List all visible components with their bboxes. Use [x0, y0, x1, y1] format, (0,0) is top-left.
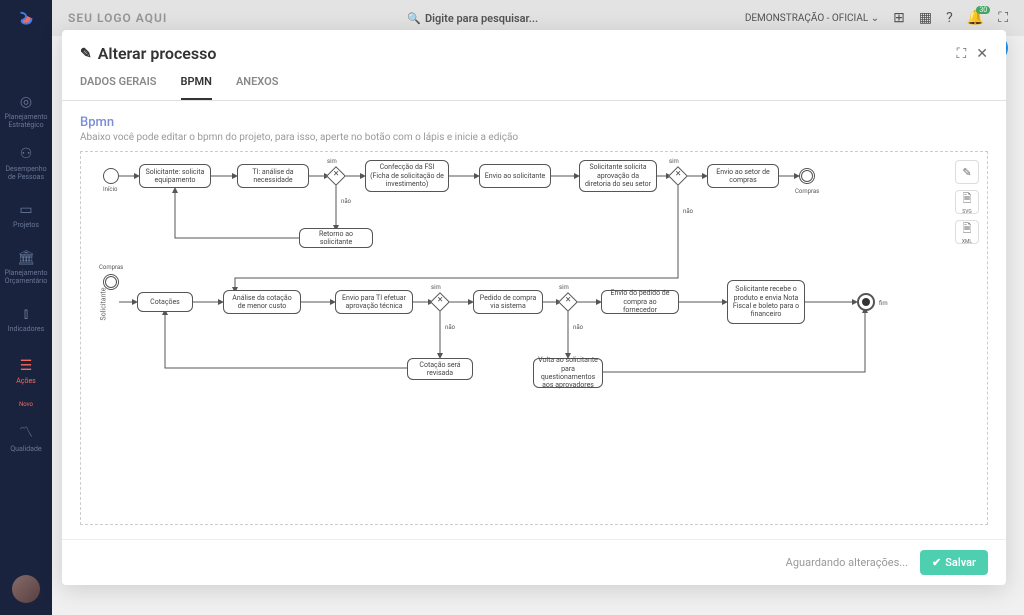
file-icon: 🗎 [963, 190, 972, 209]
edit-bpmn-button[interactable]: ✎ [955, 160, 979, 184]
save-button[interactable]: ✔ Salvar [920, 550, 988, 575]
bpmn-intermediate-compras[interactable] [799, 168, 815, 184]
expand-icon[interactable]: ⛶ [956, 46, 966, 62]
bpmn-task-cotacao-revisada[interactable]: Cotação será revisada [407, 358, 473, 380]
bpmn-task-aprovacao-diretoria[interactable]: Solicitante solicita aprovação da direto… [579, 160, 657, 192]
close-icon[interactable]: ✕ [976, 46, 988, 62]
download-xml-button[interactable]: 🗎XML [955, 220, 979, 244]
section-subtitle: Abaixo você pode editar o bpmn do projet… [80, 132, 988, 143]
modal-title: ✎ Alterar processo [80, 44, 216, 63]
pencil-icon: ✎ [80, 46, 92, 62]
bpmn-canvas[interactable]: Início Solicitante: solicita equipamento… [80, 151, 988, 525]
bpmn-task-envio-pedido-fornecedor[interactable]: Envio do pedido de compra ao fornecedor [601, 290, 679, 314]
tab-bpmn[interactable]: BPMN [181, 75, 212, 100]
bpmn-start-event[interactable] [103, 168, 119, 184]
file-icon: 🗎 [963, 220, 972, 239]
bpmn-task-envio-setor-compras[interactable]: Envio ao setor de compras [707, 164, 779, 188]
bpmn-gateway-3[interactable] [430, 292, 450, 312]
bpmn-task-retorno-solicitante[interactable]: Retorno ao solicitante [299, 228, 373, 248]
bpmn-task-pedido-compra-sistema[interactable]: Pedido de compra via sistema [473, 290, 543, 314]
pencil-icon: ✎ [962, 166, 971, 179]
bpmn-gateway-2[interactable] [668, 166, 688, 186]
bpmn-gateway-4[interactable] [558, 292, 578, 312]
bpmn-task-confeccao-fsi[interactable]: Confecção da FSI (Ficha de solicitação d… [365, 160, 449, 192]
bpmn-toolbar: ✎ 🗎SVG 🗎XML [955, 160, 979, 244]
bpmn-task-solicitante-recebe[interactable]: Solicitante recebe o produto e envia Not… [727, 280, 805, 324]
bpmn-task-volta-solicitante[interactable]: Volta ao solicitante para questionamento… [533, 358, 603, 388]
tab-anexos[interactable]: ANEXOS [236, 75, 278, 100]
bpmn-task-envio-solicitante[interactable]: Envio ao solicitante [479, 164, 551, 188]
bpmn-task-envio-ti-aprovacao[interactable]: Envio para TI efetuar aprovação técnica [335, 290, 413, 314]
save-status: Aguardando alterações... [786, 556, 908, 569]
bpmn-intermediate-compras-2[interactable] [103, 274, 119, 290]
bpmn-lane-solicitante: Solicitante [99, 288, 107, 321]
download-svg-button[interactable]: 🗎SVG [955, 190, 979, 214]
bpmn-task-analise-cotacao[interactable]: Análise da cotação de menor custo [223, 290, 301, 314]
modal-footer: Aguardando alterações... ✔ Salvar [62, 539, 1006, 585]
bpmn-start-label: Início [103, 186, 117, 193]
tab-dados-gerais[interactable]: DADOS GERAIS [80, 75, 157, 100]
section-title: Bpmn [80, 115, 988, 130]
bpmn-task-cotacoes[interactable]: Cotações [137, 292, 193, 312]
bpmn-connectors [81, 152, 987, 524]
bpmn-task-solicita-equipamento[interactable]: Solicitante: solicita equipamento [139, 164, 211, 188]
modal-tabs: DADOS GERAIS BPMN ANEXOS [62, 63, 1006, 101]
bpmn-task-analise-necessidade[interactable]: TI: análise da necessidade [237, 164, 309, 188]
check-icon: ✔ [932, 556, 941, 569]
modal-alterar-processo: ✎ Alterar processo ⛶ ✕ DADOS GERAIS BPMN… [62, 30, 1006, 585]
bpmn-end-event[interactable] [857, 293, 875, 311]
bpmn-gateway-1[interactable] [326, 166, 346, 186]
